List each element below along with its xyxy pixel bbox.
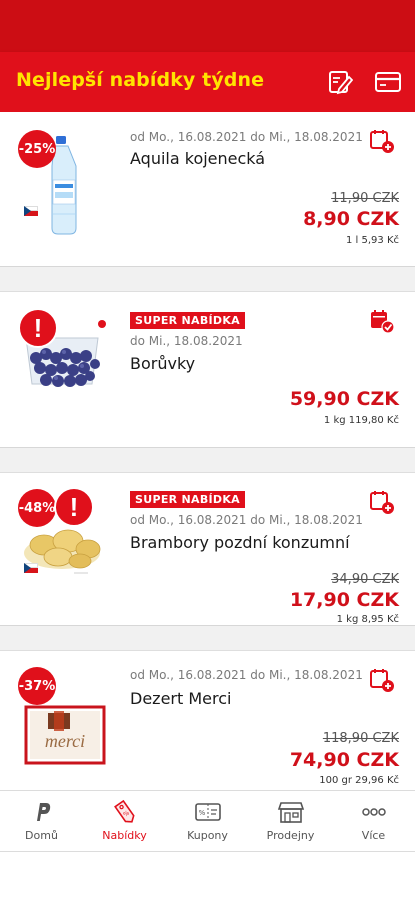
price-tag-icon: % bbox=[111, 799, 139, 825]
offer-list: -25% od Mo., 16.08.2021 do Mi., 18.08.20… bbox=[0, 112, 415, 806]
add-to-calendar-icon[interactable] bbox=[369, 128, 395, 154]
offer-date: od Mo., 16.08.2021 do Mi., 18.08.2021 bbox=[130, 513, 363, 527]
merci-logo-text: merci bbox=[45, 731, 85, 751]
shopping-list-icon[interactable] bbox=[324, 66, 356, 98]
status-bar bbox=[0, 0, 415, 52]
offer-card[interactable]: ! SUPER NABÍDKA do Mi., 18.08.2021 Borův… bbox=[0, 292, 415, 448]
app-bar: Nejlepší nabídky týdne bbox=[0, 52, 415, 112]
card-separator bbox=[0, 448, 415, 473]
add-to-calendar-icon[interactable] bbox=[369, 489, 395, 515]
current-price: 59,90 CZK bbox=[289, 388, 399, 410]
current-price: 8,90 CZK bbox=[303, 208, 399, 230]
super-offer-badge: SUPER NABÍDKA bbox=[130, 491, 245, 508]
page-title: Nejlepší nabídky týdne bbox=[16, 69, 265, 91]
nav-item-more[interactable]: Více bbox=[332, 791, 415, 851]
current-price: 74,90 CZK bbox=[289, 749, 399, 771]
super-offer-icon: ! bbox=[18, 308, 58, 348]
svg-text:%: % bbox=[198, 809, 205, 817]
nav-item-coupons[interactable]: % Kupony bbox=[166, 791, 249, 851]
discount-badge: -37% bbox=[18, 667, 56, 705]
offer-card[interactable]: -25% od Mo., 16.08.2021 do Mi., 18.08.20… bbox=[0, 112, 415, 267]
card-icon[interactable] bbox=[372, 66, 404, 98]
unit-price: 1 kg 119,80 Kč bbox=[323, 415, 399, 426]
offer-date: od Mo., 16.08.2021 do Mi., 18.08.2021 bbox=[130, 668, 363, 682]
nav-label: Kupony bbox=[187, 829, 228, 842]
nav-label: Prodejny bbox=[266, 829, 315, 842]
product-name: Brambory pozdní konzumní bbox=[130, 533, 350, 552]
offer-card[interactable]: -37% merci od Mo., 16.08.2021 do Mi., 18… bbox=[0, 651, 415, 806]
nav-item-home[interactable]: Domů bbox=[0, 791, 83, 851]
nav-item-offers[interactable]: % Nabídky bbox=[83, 791, 166, 851]
country-flag bbox=[24, 206, 38, 216]
nav-label: Více bbox=[361, 829, 386, 842]
add-to-calendar-icon[interactable] bbox=[369, 667, 395, 693]
super-offer-badge: SUPER NABÍDKA bbox=[130, 312, 245, 329]
unit-price: 100 gr 29,96 Kč bbox=[319, 775, 399, 786]
bottom-navigation: Domů % Nabídky % Kupony Prodejny Více bbox=[0, 790, 415, 852]
card-separator bbox=[0, 626, 415, 651]
current-price: 17,90 CZK bbox=[289, 589, 399, 611]
nav-label: Domů bbox=[25, 829, 58, 842]
home-p-icon bbox=[28, 799, 56, 825]
product-name: Aquila kojenecká bbox=[130, 149, 266, 168]
old-price: 118,90 CZK bbox=[322, 731, 399, 746]
card-separator bbox=[0, 267, 415, 292]
offer-card[interactable]: -48% ! SUPER NABÍDKA od Mo., 16.08.2021 … bbox=[0, 473, 415, 626]
product-name: Dezert Merci bbox=[130, 689, 232, 708]
old-price: 34,90 CZK bbox=[331, 572, 399, 587]
old-price: 11,90 CZK bbox=[331, 191, 399, 206]
offer-date: do Mi., 18.08.2021 bbox=[130, 334, 243, 348]
product-name: Borůvky bbox=[130, 354, 196, 373]
unit-price: 1 kg 8,95 Kč bbox=[336, 614, 399, 625]
unit-price: 1 l 5,93 Kč bbox=[346, 235, 399, 246]
more-icon bbox=[360, 799, 388, 825]
country-flag bbox=[24, 563, 38, 573]
offer-date: od Mo., 16.08.2021 do Mi., 18.08.2021 bbox=[130, 130, 363, 144]
coupon-icon: % bbox=[194, 799, 222, 825]
super-offer-icon: ! bbox=[54, 487, 94, 527]
store-icon bbox=[277, 799, 305, 825]
calendar-check-icon[interactable] bbox=[369, 308, 395, 334]
nav-item-stores[interactable]: Prodejny bbox=[249, 791, 332, 851]
discount-badge: -48% bbox=[18, 489, 56, 527]
discount-badge: -25% bbox=[18, 130, 56, 168]
nav-label: Nabídky bbox=[102, 829, 147, 842]
